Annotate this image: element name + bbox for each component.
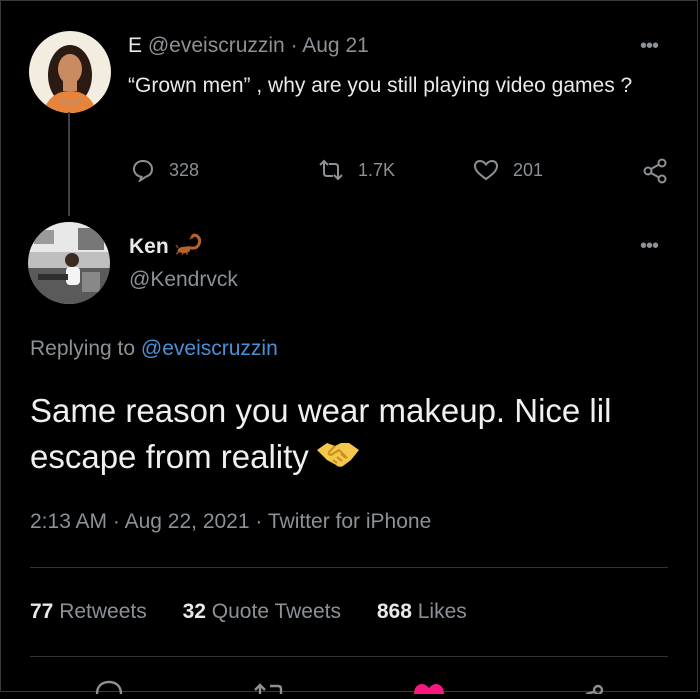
tweet-header: E @eveiscruzzin · Aug 21 [128, 34, 369, 58]
tweet-meta: 2:13 AM · Aug 22, 2021 · Twitter for iPh… [30, 510, 431, 534]
reply-tweet-text: Same reason you wear makeup. Nice lil es… [30, 388, 670, 482]
display-name[interactable]: Ken [129, 235, 169, 259]
like-count: 201 [513, 159, 544, 180]
display-name[interactable]: E [128, 34, 142, 57]
retweet-arrows-icon [254, 683, 283, 694]
dot-separator: · [255, 510, 263, 533]
user-handle[interactable]: @Kendrvck [129, 268, 238, 292]
like-button[interactable]: 201 [473, 158, 543, 182]
user-handle[interactable]: @eveiscruzzin [148, 34, 285, 57]
retweets-label: Retweets [59, 600, 147, 623]
likes-count: 868 [376, 600, 412, 623]
retweet-count: 1.7K [358, 159, 396, 180]
retweet-button[interactable] [252, 676, 286, 699]
reply-author-name[interactable]: Ken [129, 233, 205, 261]
more-dots-icon[interactable]: ••• [640, 36, 659, 56]
engagement-stats: 77 Retweets 32 Quote Tweets 868 Likes [30, 600, 497, 624]
quote-tweets-count: 32 [182, 600, 206, 623]
divider [30, 656, 668, 657]
dot-separator: · [112, 510, 120, 533]
tweet-text: “Grown men” , why are you still playing … [128, 74, 633, 97]
divider [30, 567, 668, 568]
speech-bubble-icon [95, 680, 123, 695]
speech-bubble-icon [131, 158, 155, 182]
avatar-ken[interactable] [28, 222, 110, 304]
quote-tweets-stat[interactable]: 32 Quote Tweets [183, 600, 341, 623]
share-button[interactable] [580, 676, 606, 699]
reply-button[interactable] [94, 676, 124, 699]
more-dots-icon[interactable]: ••• [640, 236, 659, 256]
scorpion-emoji [175, 233, 205, 261]
quote-tweets-label: Quote Tweets [211, 600, 341, 623]
retweet-button[interactable]: 1.7K [318, 158, 395, 182]
replying-prefix: Replying to [30, 337, 136, 360]
tweet-source[interactable]: Twitter for iPhone [268, 510, 431, 533]
tweet-date[interactable]: Aug 21 [302, 34, 369, 57]
dot-separator: · [290, 34, 298, 57]
like-button[interactable] [412, 676, 446, 699]
reply-count: 328 [169, 159, 200, 180]
likes-stat[interactable]: 868 Likes [377, 600, 467, 623]
likes-label: Likes [417, 600, 467, 623]
replying-to-handle-link[interactable]: @eveiscruzzin [141, 337, 278, 360]
share-button[interactable] [642, 158, 668, 184]
reply-button[interactable]: 328 [131, 158, 199, 182]
replying-to-line: Replying to @eveiscruzzin [30, 337, 278, 361]
retweets-stat[interactable]: 77 Retweets [30, 600, 147, 623]
tweet-full-date[interactable]: Aug 22, 2021 [125, 510, 250, 533]
retweets-count: 77 [30, 600, 54, 623]
handshake-emoji [315, 436, 361, 482]
thread-connector-line [68, 112, 70, 216]
retweet-arrows-icon [318, 158, 344, 182]
heart-icon [414, 684, 444, 694]
avatar-e[interactable] [29, 31, 111, 113]
tweet-time[interactable]: 2:13 AM [30, 510, 107, 533]
heart-icon [473, 158, 499, 182]
share-nodes-icon [585, 684, 604, 696]
share-nodes-icon [642, 158, 668, 184]
